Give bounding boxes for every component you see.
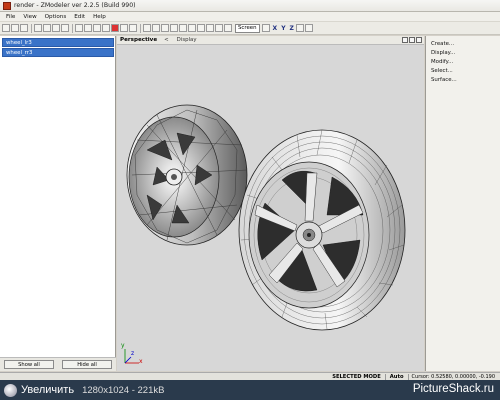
orbit-icon[interactable] xyxy=(179,24,187,32)
save-file-icon[interactable] xyxy=(20,24,28,32)
toolbar-separator xyxy=(31,23,32,33)
dropdown-icon[interactable] xyxy=(261,24,270,32)
camera-icon[interactable] xyxy=(206,24,214,32)
command-panel: Create... Display... Modify... Select...… xyxy=(425,36,500,371)
magnifier-icon[interactable] xyxy=(4,383,17,397)
overlay-resolution: 1280x1024 - 221kB xyxy=(82,384,165,396)
object-panel: wheel_lr3 wheel_rr3 Show all Hide all xyxy=(0,36,116,371)
axis-label-y: y xyxy=(121,342,125,349)
new-file-icon[interactable] xyxy=(2,24,10,32)
menu-options[interactable]: Options xyxy=(41,14,71,20)
hide-all-button[interactable]: Hide all xyxy=(62,360,112,369)
viewport-header: Perspective < Display xyxy=(117,36,424,45)
image-host-overlay: Увеличить 1280x1024 - 221kB PictureShack… xyxy=(0,380,500,400)
viewport-controls xyxy=(401,37,422,43)
axis-x-toggle[interactable]: X xyxy=(273,25,278,32)
material-icon[interactable] xyxy=(129,24,137,32)
pivot-icon[interactable] xyxy=(304,24,313,32)
menu-help[interactable]: Help xyxy=(89,14,110,20)
status-bar: SELECTED MODE Auto Cursor: 0.52580, 0.00… xyxy=(0,372,500,380)
open-file-icon[interactable] xyxy=(11,24,19,32)
snap-icon[interactable] xyxy=(152,24,160,32)
move-icon[interactable] xyxy=(84,24,92,32)
light-icon[interactable] xyxy=(197,24,205,32)
command-surface[interactable]: Surface... xyxy=(431,75,500,84)
viewport-3d[interactable]: x y z xyxy=(117,45,424,371)
viewport-menu-arrow[interactable]: < xyxy=(160,37,173,43)
pan-icon[interactable] xyxy=(170,24,178,32)
toolbar-separator xyxy=(72,23,73,33)
axis-label-x: x xyxy=(139,358,143,365)
zoom-icon[interactable] xyxy=(161,24,169,32)
title-bar: render - ZModeler ver 2.2.5 (Build 990) xyxy=(0,0,500,12)
overlay-zoom-link[interactable]: Увеличить xyxy=(21,384,74,396)
menu-bar: File View Options Edit Help xyxy=(0,12,500,22)
scale-icon[interactable] xyxy=(102,24,110,32)
viewport-menu-display[interactable]: Display xyxy=(173,37,201,43)
toolbar: Screen X Y Z xyxy=(0,22,500,35)
select-icon[interactable] xyxy=(75,24,83,32)
shaded-icon[interactable] xyxy=(224,24,232,32)
wireframe-icon[interactable] xyxy=(215,24,223,32)
viewport-zoom-icon[interactable] xyxy=(402,37,408,43)
record-icon[interactable] xyxy=(111,24,119,32)
window-title: render - ZModeler ver 2.2.5 (Build 990) xyxy=(14,2,136,9)
show-all-button[interactable]: Show all xyxy=(4,360,54,369)
object-list: wheel_lr3 wheel_rr3 xyxy=(2,38,114,58)
render-icon[interactable] xyxy=(120,24,128,32)
status-auto[interactable]: Auto xyxy=(384,373,408,380)
app-icon xyxy=(3,1,11,10)
lock-axis-icon[interactable] xyxy=(295,24,304,32)
wheel-lr3-model xyxy=(126,104,248,246)
axis-y-toggle[interactable]: Y xyxy=(281,25,285,32)
command-modify[interactable]: Modify... xyxy=(431,57,500,66)
status-cursor: Cursor: 0.52580, 0.00000, -0.190 xyxy=(407,373,498,380)
menu-edit[interactable]: Edit xyxy=(70,14,89,20)
rotate-icon[interactable] xyxy=(93,24,101,32)
menu-file[interactable]: File xyxy=(2,14,19,20)
view-space-select[interactable]: Screen xyxy=(235,23,260,33)
object-item-wheel-rr3[interactable]: wheel_rr3 xyxy=(2,48,114,57)
command-display[interactable]: Display... xyxy=(431,48,500,57)
wheels-render xyxy=(124,104,406,364)
viewport-maximize-icon[interactable] xyxy=(409,37,415,43)
overlay-brand[interactable]: PictureShack.ru xyxy=(413,383,494,395)
grid-icon[interactable] xyxy=(143,24,151,32)
axis-z-toggle[interactable]: Z xyxy=(290,25,294,32)
status-mode: SELECTED MODE xyxy=(332,373,381,380)
cut-icon[interactable] xyxy=(34,24,42,32)
paste-icon[interactable] xyxy=(52,24,60,32)
viewport-close-icon[interactable] xyxy=(416,37,422,43)
command-create[interactable]: Create... xyxy=(431,39,500,48)
axis-label-z: z xyxy=(131,350,135,357)
copy-icon[interactable] xyxy=(43,24,51,32)
object-item-wheel-lr3[interactable]: wheel_lr3 xyxy=(2,38,114,47)
fit-icon[interactable] xyxy=(188,24,196,32)
command-select[interactable]: Select... xyxy=(431,66,500,75)
menu-view[interactable]: View xyxy=(19,14,40,20)
viewport-tab-perspective[interactable]: Perspective xyxy=(117,37,160,43)
object-panel-footer: Show all Hide all xyxy=(0,357,116,371)
undo-icon[interactable] xyxy=(61,24,69,32)
toolbar-separator xyxy=(140,23,141,33)
wheel-rr3-model xyxy=(238,129,406,331)
